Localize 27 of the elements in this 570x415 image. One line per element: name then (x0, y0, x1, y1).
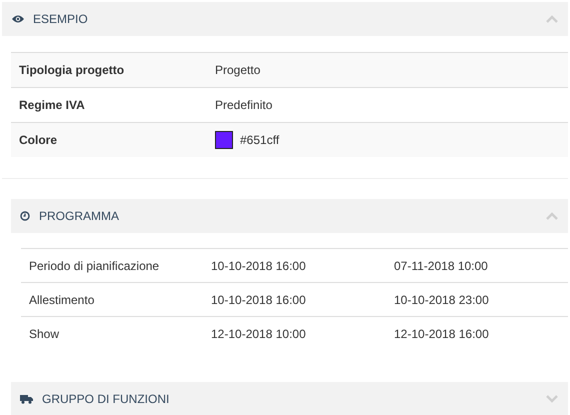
section-header[interactable]: GRUPPO DI FUNZIONI (11, 382, 568, 415)
property-value: #651cff (240, 133, 280, 147)
section-title: ESEMPIO (33, 12, 89, 26)
chevron-down-icon[interactable] (546, 395, 558, 403)
chevron-up-icon[interactable] (546, 15, 558, 23)
section-title: GRUPPO DI FUNZIONI (42, 392, 170, 406)
section-header[interactable]: ESEMPIO (2, 2, 568, 36)
table-cell: 07-11-2018 10:00 (394, 258, 488, 272)
section-title: PROGRAMMA (39, 209, 120, 223)
eye-icon (12, 15, 24, 23)
chevron-up-icon[interactable] (546, 212, 558, 220)
clock-icon (20, 211, 30, 221)
table-cell-text: 10-10-2018 16:00 (211, 258, 307, 272)
property-label: Regime IVA (18, 98, 86, 112)
truck-icon (20, 394, 33, 404)
property-label: Tipologia progetto (18, 63, 126, 77)
table-cell-text: Periodo di pianificazione (28, 258, 160, 272)
table-cell-text: 12-10-2018 10:00 (211, 326, 307, 340)
table-cell-text: Show (28, 326, 60, 340)
table-cell-text: Allestimento (28, 292, 96, 306)
property-label: Colore (18, 133, 58, 147)
property-value: Progetto (215, 63, 260, 77)
table-cell-text: 10-10-2018 16:00 (211, 292, 307, 306)
table-cell: 12-10-2018 16:00 (394, 326, 489, 340)
section-header[interactable]: PROGRAMMA (11, 199, 568, 233)
property-value: Predefinito (215, 98, 272, 112)
table-cell: 10-10-2018 23:00 (394, 292, 489, 306)
